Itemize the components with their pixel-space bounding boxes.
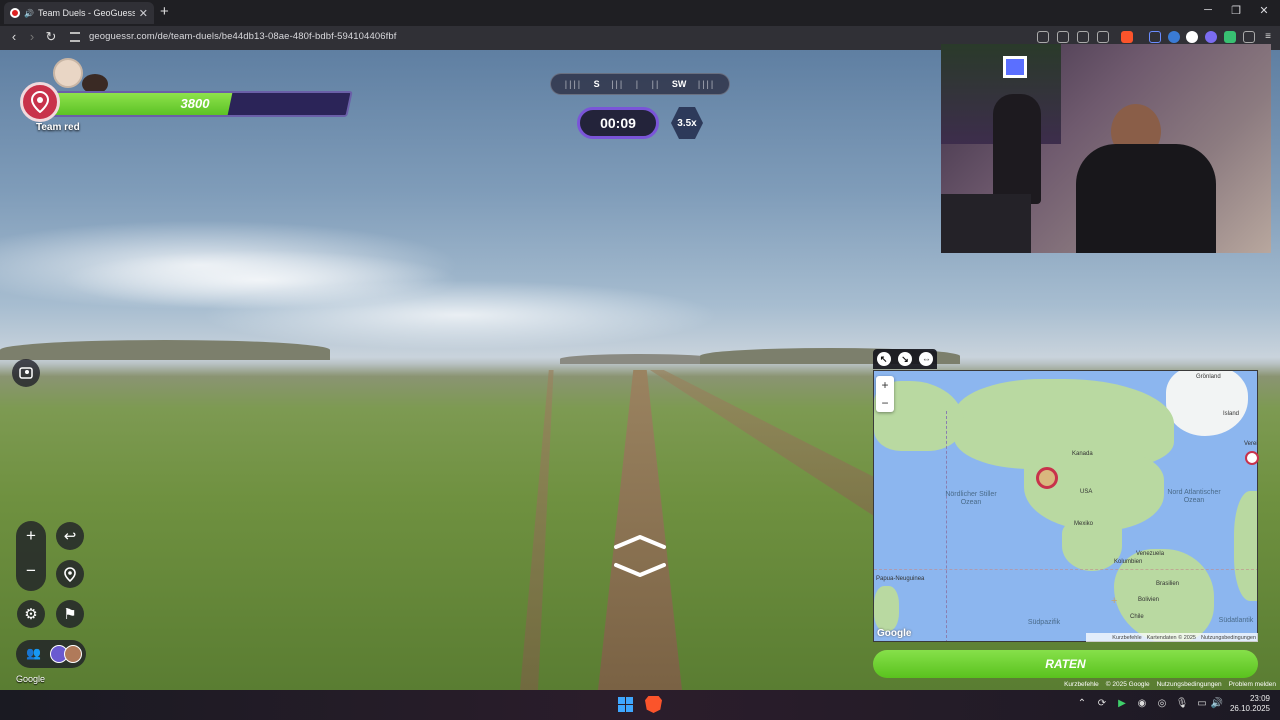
map-data-credit: Kartendaten © 2025 [1146, 634, 1196, 641]
clock-time: 23:09 [1249, 694, 1270, 703]
clock-date: 26.10.2025 [1229, 704, 1270, 713]
url-text[interactable]: geoguessr.com/de/team-duels/be44db13-08a… [89, 31, 396, 42]
windows-start-icon[interactable] [618, 697, 633, 712]
center-crosshair-icon: + [1111, 595, 1118, 607]
map-attribution: Kurzbefehle Kartendaten © 2025 Nutzungsb… [1086, 633, 1258, 642]
map-label-bolivien: Bolivien [1138, 597, 1160, 603]
map-label-venezuela: Venezuela [1136, 551, 1165, 557]
back-icon[interactable]: ‹ [6, 29, 22, 44]
leo-icon[interactable] [1205, 31, 1217, 43]
map-terms-link[interactable]: Nutzungsbedingungen [1201, 635, 1256, 641]
zoom-out-button[interactable]: − [16, 556, 46, 586]
tray-record-icon[interactable]: ◉ [1135, 698, 1149, 709]
map-label-groenland: Grönland [1196, 374, 1221, 380]
team-health-value: 3800 [180, 96, 210, 111]
tray-sync-icon[interactable]: ◎ [1155, 698, 1169, 709]
extensions-puzzle-icon[interactable] [1243, 31, 1255, 43]
map-label-kolumbien: Kolumbien [1114, 559, 1143, 565]
move-backward-arrow-icon[interactable] [612, 562, 668, 578]
scene-shortcuts-link[interactable]: Kurzbefehle [1064, 681, 1099, 690]
map-shrink-icon[interactable]: ↘ [897, 352, 912, 366]
guess-button[interactable]: RATEN [873, 650, 1258, 678]
tab-title: Team Duels - GeoGuessr [37, 8, 135, 18]
forward-icon[interactable]: › [24, 29, 40, 44]
map-label-mexiko: Mexiko [1074, 521, 1094, 527]
scene-report-problem-link[interactable]: Problem melden [1229, 681, 1276, 690]
network-icon[interactable]: ▭ [1195, 698, 1209, 709]
move-forward-arrow-icon[interactable] [612, 534, 668, 550]
scene-terms-link[interactable]: Nutzungsbedingungen [1157, 681, 1222, 690]
map-zoom-in-button[interactable]: + [876, 376, 894, 394]
tray-play-icon[interactable]: ▶ [1115, 698, 1129, 709]
map-shortcuts-link[interactable]: Kurzbefehle [1112, 635, 1141, 641]
team-label: Team red [36, 122, 80, 133]
map-label-brasilien: Brasilien [1156, 581, 1180, 587]
map-expand-icon[interactable]: ↖ [876, 352, 891, 366]
map-label-north-atlantic: Nord Atlantischer Ozean [1167, 489, 1221, 504]
cast-icon[interactable] [1057, 31, 1069, 43]
map-pin-toggle-icon[interactable]: ⇔ [919, 352, 934, 366]
compass-heading-sw: SW [671, 79, 687, 89]
settings-gear-icon[interactable]: ⚙ [17, 600, 45, 628]
webcam-overlay [941, 44, 1271, 253]
map-toolbar: ↖ ↘ ⇔ [873, 349, 937, 369]
google-attribution: Google [16, 674, 46, 684]
tray-chevron-icon[interactable]: ⌃ [1075, 698, 1089, 709]
brave-shield-icon[interactable] [1121, 31, 1133, 43]
team-pin-marker[interactable] [1245, 451, 1259, 465]
translate-icon[interactable] [1077, 31, 1089, 43]
compass: |||| S ||| | || SW |||| [550, 73, 730, 95]
guess-map[interactable]: Grönland Island Kanada USA Mexiko Nördli… [873, 370, 1258, 642]
map-label-suedatlantik: Südatlantik [1218, 617, 1254, 624]
team-pin-icon [20, 82, 60, 122]
report-location-icon[interactable] [12, 359, 40, 387]
close-window-icon[interactable]: ✕ [1254, 4, 1274, 17]
round-timer: 00:09 [577, 107, 659, 139]
close-tab-icon[interactable]: ✕ [139, 7, 148, 20]
team-members-pill[interactable]: 👥 [16, 640, 86, 668]
scene-attribution: Kurzbefehle © 2025 Google Nutzungsbeding… [1064, 681, 1280, 690]
microphone-icon[interactable]: 🎙 [1175, 698, 1189, 709]
geoguessr-favicon-icon [10, 8, 20, 18]
maximize-window-icon[interactable]: ❐ [1226, 4, 1246, 17]
map-label-usa: USA [1080, 489, 1093, 495]
map-label-kanada: Kanada [1072, 451, 1093, 457]
return-to-start-button[interactable] [56, 560, 84, 588]
menu-icon[interactable]: ≡ [1262, 31, 1274, 43]
share-icon[interactable] [1097, 31, 1109, 43]
compass-heading-s: S [593, 79, 600, 89]
zoom-in-button[interactable]: + [16, 521, 46, 551]
map-zoom-controls: + − [876, 376, 894, 412]
scene-copyright: © 2025 Google [1105, 681, 1150, 688]
new-tab-icon[interactable]: + [160, 4, 169, 20]
map-google-logo: Google [877, 628, 912, 639]
speaker-icon[interactable]: 🔊 [24, 9, 34, 18]
audio-extension-icon[interactable] [1149, 31, 1161, 43]
extension-green-icon[interactable] [1224, 31, 1236, 43]
teammate-avatar [53, 58, 83, 88]
map-zoom-out-button[interactable]: − [876, 394, 894, 412]
tray-app-icon[interactable]: ⟳ [1095, 698, 1109, 709]
profile-extension-icon[interactable] [1186, 31, 1198, 43]
minimize-window-icon[interactable]: ─ [1198, 4, 1218, 16]
map-label-chile: Chile [1130, 614, 1144, 620]
vpn-icon[interactable] [1168, 31, 1180, 43]
teammate-guess-marker[interactable] [1036, 467, 1058, 489]
browser-tab-bar [0, 0, 1280, 26]
map-label-suedpazifik: Südpazifik [1027, 619, 1061, 626]
extension-icon[interactable] [1037, 31, 1049, 43]
reload-icon[interactable]: ↻ [43, 29, 59, 45]
map-label-island: Island [1223, 411, 1240, 417]
taskbar-clock[interactable]: 23:09 26.10.2025 [1226, 694, 1270, 714]
map-label-north-pacific: Nördlicher Stiller Ozean [945, 491, 997, 506]
map-label-vereinigte: Verei [1244, 441, 1258, 447]
team-members-icon: 👥 [26, 646, 41, 660]
volume-icon[interactable]: 🔊 [1210, 698, 1224, 709]
flag-icon[interactable]: ⚑ [56, 600, 84, 628]
undo-move-button[interactable]: ↩ [56, 522, 84, 550]
map-label-papua-neuguinea: Papua-Neuguinea [876, 576, 925, 582]
site-settings-icon[interactable] [70, 32, 80, 42]
browser-tab[interactable]: 🔊 Team Duels - GeoGuessr ✕ [4, 2, 154, 24]
member-avatar [64, 645, 82, 663]
